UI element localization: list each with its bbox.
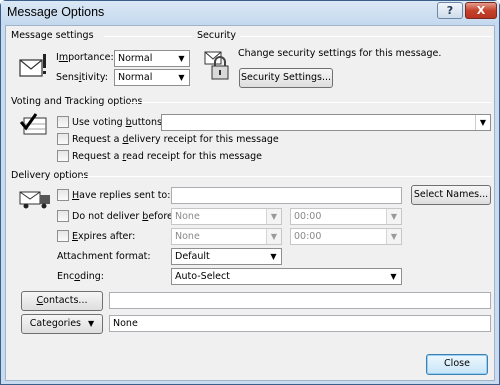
chevron-down-icon: ▼ (475, 115, 490, 130)
delivery-options-divider (80, 176, 492, 177)
security-heading: Security (197, 30, 237, 41)
chevron-down-icon: ▼ (178, 73, 185, 82)
chevron-down-icon: ▼ (266, 209, 281, 224)
do-not-deliver-time-dropdown[interactable]: 00:00 ▼ (290, 208, 402, 225)
expires-after-label: Expires after: (72, 231, 136, 242)
chevron-down-icon: ▼ (88, 319, 95, 328)
security-divider (240, 36, 492, 37)
voting-tracking-divider (130, 102, 492, 103)
sensitivity-dropdown[interactable]: Normal ▼ (114, 69, 190, 86)
voting-checkmark-icon (19, 112, 50, 136)
envelope-exclamation-icon (18, 52, 50, 80)
contacts-input[interactable] (109, 292, 491, 309)
expires-time-value: 00:00 (294, 231, 322, 242)
delivery-receipt-label: Request a delivery receipt for this mess… (72, 134, 279, 145)
chevron-down-icon: ▼ (390, 272, 397, 281)
contacts-button-label: Contacts... (36, 295, 88, 306)
close-button-label: Close (444, 358, 470, 369)
message-settings-divider (104, 36, 192, 37)
envelope-lock-icon (203, 48, 233, 82)
security-description: Change security settings for this messag… (238, 48, 442, 59)
have-replies-sent-checkbox[interactable] (57, 189, 69, 201)
do-not-deliver-time-value: 00:00 (294, 211, 322, 222)
use-voting-buttons-checkbox[interactable] (57, 116, 69, 128)
attachment-format-value: Default (175, 251, 210, 262)
expires-after-checkbox[interactable] (57, 230, 69, 242)
security-settings-button-label: Security Settings... (240, 72, 332, 83)
security-settings-button[interactable]: Security Settings... (239, 68, 333, 88)
read-receipt-label: Request a read receipt for this message (72, 151, 263, 162)
sensitivity-value: Normal (118, 72, 153, 83)
do-not-deliver-label: Do not deliver before: (72, 211, 177, 222)
categories-button-label: Categories (29, 318, 82, 329)
use-voting-buttons-label: Use voting buttons: (72, 117, 166, 128)
delivery-options-heading: Delivery options (11, 170, 89, 181)
close-button[interactable]: Close (426, 354, 488, 375)
sensitivity-label: Sensitivity: (56, 72, 108, 83)
voting-tracking-heading: Voting and Tracking options (11, 96, 143, 107)
voting-buttons-dropdown[interactable]: ▼ (161, 114, 491, 131)
categories-value: None (113, 318, 138, 329)
encoding-value: Auto-Select (175, 271, 230, 282)
read-receipt-checkbox[interactable] (57, 150, 69, 162)
select-names-button-label: Select Names... (413, 189, 489, 200)
window-close-button[interactable]: X (465, 2, 497, 19)
importance-dropdown[interactable]: Normal ▼ (114, 50, 190, 67)
do-not-deliver-checkbox[interactable] (57, 210, 69, 222)
attachment-format-label: Attachment format: (57, 251, 151, 262)
expires-time-dropdown[interactable]: 00:00 ▼ (290, 228, 402, 245)
encoding-dropdown[interactable]: Auto-Select ▼ (171, 268, 402, 285)
delivery-receipt-checkbox[interactable] (57, 133, 69, 145)
message-settings-heading: Message settings (11, 30, 94, 41)
attachment-format-dropdown[interactable]: Default ▼ (171, 248, 282, 265)
categories-button[interactable]: Categories ▼ (21, 314, 103, 334)
message-options-window: Message Options ? X Message settings Imp… (0, 0, 500, 385)
expires-date-dropdown[interactable]: None ▼ (171, 228, 282, 245)
chevron-down-icon: ▼ (266, 229, 281, 244)
title-bar[interactable]: Message Options ? X (1, 1, 499, 25)
have-replies-sent-label: Have replies sent to: (72, 190, 171, 201)
chevron-down-icon: ▼ (386, 229, 401, 244)
chevron-down-icon: ▼ (270, 252, 277, 261)
contacts-button[interactable]: Contacts... (21, 291, 103, 311)
chevron-down-icon: ▼ (178, 54, 185, 63)
importance-label: Importance: (56, 52, 114, 63)
do-not-deliver-date-dropdown[interactable]: None ▼ (171, 208, 282, 225)
select-names-button[interactable]: Select Names... (411, 185, 491, 205)
chevron-down-icon: ▼ (386, 209, 401, 224)
window-title: Message Options (7, 5, 105, 19)
encoding-label: Encoding: (57, 271, 104, 282)
importance-value: Normal (118, 53, 153, 64)
do-not-deliver-date-value: None (175, 211, 200, 222)
help-button[interactable]: ? (437, 2, 463, 19)
dialog-client-area: Message settings Importance: Normal ▼ Se… (5, 25, 495, 381)
categories-input[interactable]: None (109, 315, 491, 332)
replies-recipient-input[interactable] (171, 187, 402, 204)
delivery-truck-icon (18, 188, 52, 210)
expires-date-value: None (175, 231, 200, 242)
